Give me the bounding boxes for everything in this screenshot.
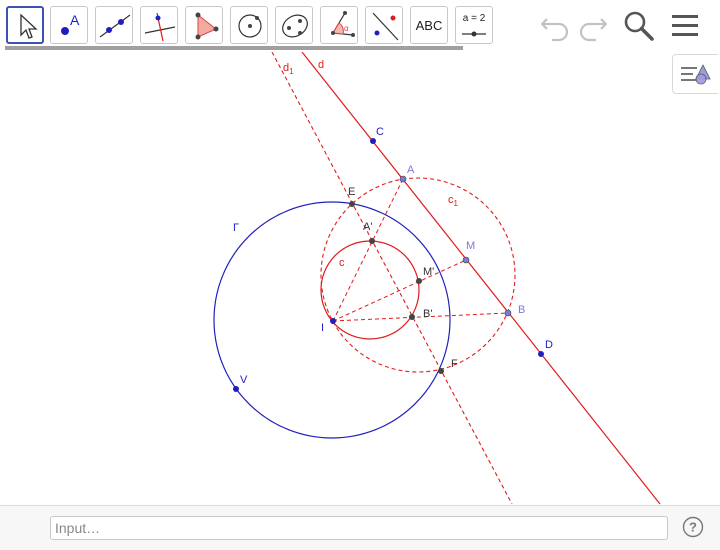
algebra-input[interactable] — [50, 516, 668, 540]
tool-text[interactable]: ABC — [410, 6, 448, 44]
toolbar: A α ABC a = 2 — [0, 0, 720, 52]
label-d1: d1 — [283, 62, 294, 76]
search-icon[interactable] — [622, 10, 656, 42]
label-point-C: C — [376, 126, 384, 138]
tool-line[interactable] — [95, 6, 133, 44]
menu-icon[interactable] — [668, 10, 702, 42]
tool-angle[interactable]: α — [320, 6, 358, 44]
point-A-prime[interactable] — [369, 238, 375, 244]
tool-slider[interactable]: a = 2 — [455, 6, 493, 44]
tool-move[interactable] — [6, 6, 44, 44]
move-arrow-icon — [20, 13, 38, 39]
line-through-points-icon — [99, 14, 131, 38]
segment-I-A — [332, 178, 404, 322]
label-point-D: D — [545, 339, 553, 351]
undo-icon[interactable] — [538, 10, 572, 42]
tool-point[interactable]: A — [50, 6, 88, 44]
label-point-B-prime: B' — [423, 308, 432, 320]
point-D[interactable] — [538, 351, 544, 357]
svg-text:?: ? — [689, 520, 697, 535]
point-V[interactable] — [233, 386, 239, 392]
slider-icon — [462, 31, 486, 37]
ellipse-icon — [282, 14, 308, 38]
redo-icon[interactable] — [576, 10, 610, 42]
text-tool-label: ABC — [415, 17, 443, 33]
label-point-F: F — [451, 358, 458, 370]
svg-text:α: α — [344, 24, 349, 33]
label-point-M-prime: M' — [423, 266, 434, 278]
tool-polygon[interactable] — [185, 6, 223, 44]
tool-reflect[interactable] — [365, 6, 403, 44]
reflect-about-line-icon — [372, 12, 399, 41]
angle-icon: α — [331, 11, 355, 37]
polygon-icon — [195, 12, 219, 40]
point-F[interactable] — [438, 368, 444, 374]
help-icon[interactable]: ? — [682, 516, 704, 538]
label-c: c — [339, 257, 345, 269]
point-I[interactable] — [330, 318, 336, 324]
label-d: d — [318, 59, 324, 71]
label-point-B: B — [518, 304, 525, 316]
graphics-view[interactable]: d d1 c1 c Γ C A M B D E A' M' B' F I V — [0, 52, 720, 505]
point-M[interactable] — [462, 256, 470, 264]
label-c1: c1 — [448, 194, 459, 208]
label-point-E: E — [348, 186, 355, 198]
line-d1[interactable] — [271, 52, 513, 505]
point-B[interactable] — [504, 309, 512, 317]
tool-ellipse[interactable] — [275, 6, 313, 44]
label-point-A-prime: A' — [363, 221, 372, 233]
point-B-prime[interactable] — [409, 314, 415, 320]
tool-circle[interactable] — [230, 6, 268, 44]
point-M-prime[interactable] — [416, 278, 422, 284]
point-icon: A — [61, 12, 80, 35]
tool-perpendicular-line[interactable] — [140, 6, 178, 44]
point-C[interactable] — [370, 138, 376, 144]
input-bar — [0, 505, 720, 550]
perpendicular-line-icon — [144, 12, 176, 42]
toolbar-scroll-indicator — [5, 46, 463, 50]
circle-c[interactable] — [320, 240, 420, 340]
algebra-view-toggle[interactable] — [672, 54, 718, 94]
construction-drawing: d d1 c1 c Γ C A M B D E A' M' B' F I V — [213, 52, 661, 505]
label-point-I: I — [321, 322, 324, 334]
segment-I-B — [332, 312, 509, 322]
svg-text:A: A — [70, 12, 80, 28]
label-point-M: M — [466, 240, 475, 252]
point-A[interactable] — [399, 175, 407, 183]
circle-c1[interactable] — [320, 177, 516, 373]
algebra-view-icon — [681, 64, 711, 85]
label-gamma: Γ — [233, 222, 239, 234]
label-point-V: V — [240, 374, 248, 386]
circle-center-point-icon — [238, 14, 262, 38]
point-E[interactable] — [349, 201, 355, 207]
label-point-A: A — [407, 164, 415, 176]
